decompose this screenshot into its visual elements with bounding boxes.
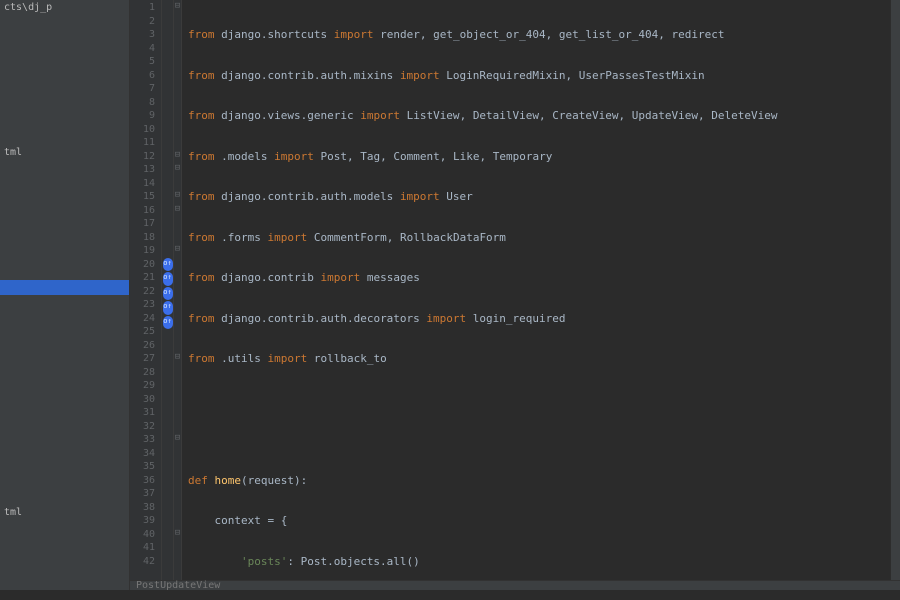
line-number-gutter: 1234567891011121314151617181920212223242…: [130, 0, 162, 580]
override-icon[interactable]: o↑: [163, 316, 173, 330]
code-line[interactable]: [188, 393, 884, 407]
code-line[interactable]: from .utils import rollback_to: [188, 352, 884, 366]
breadcrumb-bar[interactable]: PostUpdateView: [130, 580, 900, 590]
code-line[interactable]: from django.contrib.auth.mixins import L…: [188, 69, 884, 83]
code-line[interactable]: from .models import Post, Tag, Comment, …: [188, 150, 884, 164]
tree-file[interactable]: tml: [0, 505, 129, 520]
override-gutter: o↑o↑o↑o↑o↑: [162, 0, 174, 580]
code-editor[interactable]: 1234567891011121314151617181920212223242…: [130, 0, 900, 580]
override-icon[interactable]: o↑: [163, 287, 173, 301]
code-line[interactable]: from django.contrib.auth.models import U…: [188, 190, 884, 204]
tree-file-selected[interactable]: [0, 280, 129, 295]
code-line[interactable]: from django.contrib.auth.decorators impo…: [188, 312, 884, 326]
project-tree[interactable]: cts\dj_p tml tml: [0, 0, 130, 590]
override-icon[interactable]: o↑: [163, 258, 173, 272]
code-line[interactable]: from .forms import CommentForm, Rollback…: [188, 231, 884, 245]
code-line[interactable]: def home(request):: [188, 474, 884, 488]
tree-path-hint: cts\dj_p: [0, 0, 129, 15]
tree-file[interactable]: tml: [0, 145, 129, 160]
breadcrumb-item[interactable]: PostUpdateView: [136, 580, 220, 591]
vertical-scrollbar[interactable]: [890, 0, 900, 580]
code-line[interactable]: from django.views.generic import ListVie…: [188, 109, 884, 123]
code-line[interactable]: from django.shortcuts import render, get…: [188, 28, 884, 42]
code-line[interactable]: [188, 433, 884, 447]
code-line[interactable]: context = {: [188, 514, 884, 528]
code-content[interactable]: from django.shortcuts import render, get…: [182, 0, 890, 580]
code-line[interactable]: 'posts': Post.objects.all(): [188, 555, 884, 569]
override-icon[interactable]: o↑: [163, 301, 173, 315]
fold-gutter[interactable]: ⊟⊟⊟⊟⊟⊟⊟⊟⊟: [174, 0, 182, 580]
code-line[interactable]: from django.contrib import messages: [188, 271, 884, 285]
override-icon[interactable]: o↑: [163, 272, 173, 286]
